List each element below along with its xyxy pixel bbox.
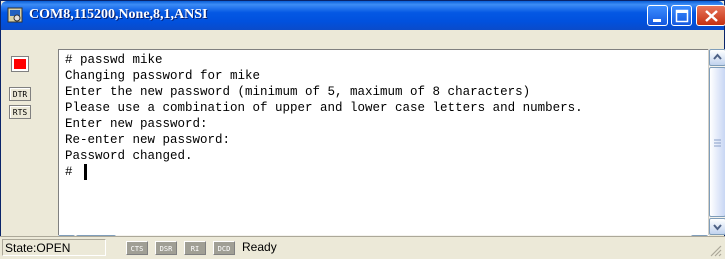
minimize-icon <box>653 19 661 22</box>
maximize-icon <box>675 9 689 23</box>
connection-indicator <box>11 56 29 72</box>
dcd-indicator: DCD <box>213 241 235 255</box>
terminal-line: Enter new password: <box>65 117 208 131</box>
arrow-down-icon <box>713 224 722 231</box>
minimize-button[interactable] <box>647 5 668 26</box>
scroll-up-button[interactable] <box>709 49 725 66</box>
terminal-line: Changing password for mike <box>65 69 261 83</box>
terminal-window: COM8,115200,None,8,1,ANSI DTR RTS # pass… <box>0 0 725 258</box>
terminal-line: # passwd mike <box>65 53 163 67</box>
terminal-output[interactable]: # passwd mike Changing password for mike… <box>58 49 709 236</box>
terminal-line: Enter the new password (minimum of 5, ma… <box>65 85 531 99</box>
title-bar[interactable]: COM8,115200,None,8,1,ANSI <box>1 1 725 30</box>
status-bar-panel: State:OPEN CTS DSR RI DCD Ready <box>0 236 725 259</box>
window-title: COM8,115200,None,8,1,ANSI <box>29 7 208 22</box>
app-icon <box>7 7 23 23</box>
terminal-line: Re-enter new password: <box>65 133 231 147</box>
terminal-line: Password changed. <box>65 149 193 163</box>
close-icon <box>705 10 718 22</box>
close-button[interactable] <box>696 5 725 26</box>
terminal-line: Please use a combination of upper and lo… <box>65 101 583 115</box>
terminal-line: # <box>65 165 81 179</box>
ri-indicator: RI <box>184 241 206 255</box>
indicator-panel: DTR RTS <box>5 49 57 233</box>
state-field: State:OPEN <box>2 239 106 256</box>
status-message: Ready <box>242 240 277 254</box>
rts-indicator[interactable]: RTS <box>9 105 31 119</box>
resize-grip-icon[interactable] <box>708 243 722 257</box>
maximize-button[interactable] <box>671 5 692 26</box>
grip-icon <box>714 139 721 147</box>
cts-indicator: CTS <box>126 241 148 255</box>
arrow-up-icon <box>713 53 722 60</box>
text-cursor <box>84 164 87 180</box>
dtr-indicator[interactable]: DTR <box>9 87 31 101</box>
vertical-scroll-thumb[interactable] <box>709 67 725 217</box>
dsr-indicator: DSR <box>155 241 177 255</box>
vertical-scrollbar[interactable] <box>708 49 725 235</box>
scroll-down-button[interactable] <box>709 218 725 235</box>
